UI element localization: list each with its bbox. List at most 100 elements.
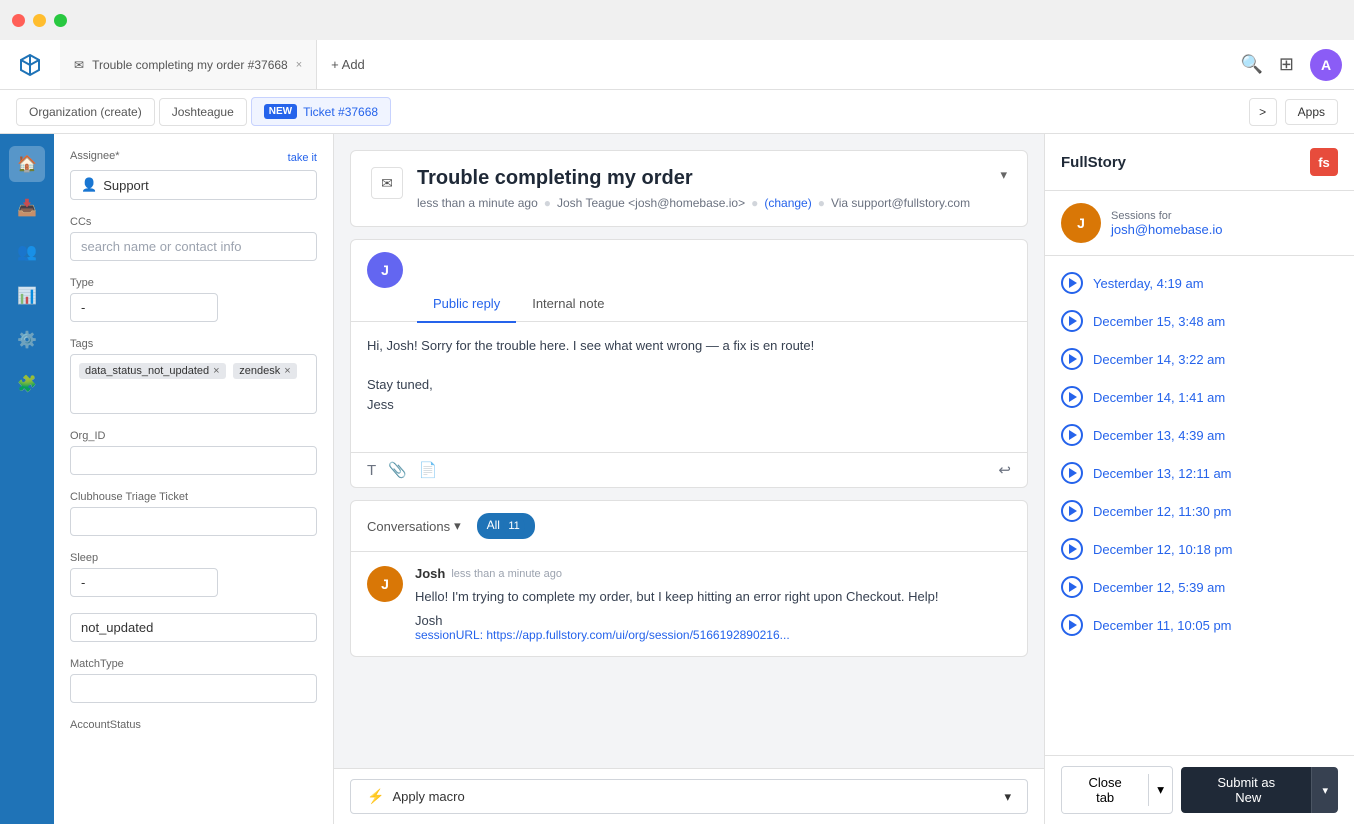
apply-macro-bar: ⚡ Apply macro ▾ bbox=[334, 768, 1044, 824]
assignee-input[interactable]: 👤 Support bbox=[70, 170, 317, 200]
play-button-2[interactable] bbox=[1061, 348, 1083, 370]
ticket-change-link[interactable]: (change) bbox=[764, 196, 811, 210]
session-row-3[interactable]: December 14, 1:41 am bbox=[1045, 378, 1354, 416]
nav-users[interactable]: 👥 bbox=[9, 234, 45, 270]
filter-all[interactable]: All 11 bbox=[477, 513, 535, 539]
search-icon[interactable]: 🔍 bbox=[1240, 54, 1262, 75]
tag-remove-icon[interactable]: × bbox=[284, 365, 290, 377]
type-input[interactable] bbox=[70, 293, 218, 322]
conversations-dropdown[interactable]: Conversations ▾ bbox=[367, 518, 461, 534]
close-tab-group: Close tab ▾ bbox=[1061, 766, 1173, 814]
message-text: Hello! I'm trying to complete my order, … bbox=[415, 587, 1011, 607]
message-header: Josh less than a minute ago bbox=[415, 566, 1011, 581]
conversations-filter: All 11 bbox=[477, 513, 535, 539]
session-row-8[interactable]: December 12, 5:39 am bbox=[1045, 568, 1354, 606]
message-session-link[interactable]: sessionURL: https://app.fullstory.com/ui… bbox=[415, 628, 1011, 642]
match-type-input[interactable] bbox=[70, 674, 317, 703]
apps-button[interactable]: Apps bbox=[1285, 99, 1338, 125]
play-button-1[interactable] bbox=[1061, 310, 1083, 332]
window-minimize-dot[interactable] bbox=[33, 14, 46, 27]
close-tab-button[interactable]: Close tab bbox=[1062, 767, 1148, 813]
tab-title: Trouble completing my order #37668 bbox=[92, 58, 288, 72]
app-logo[interactable] bbox=[12, 40, 48, 90]
toolbar-doc-icon[interactable]: 📄 bbox=[419, 461, 438, 479]
tab-public-label: Public reply bbox=[433, 296, 500, 311]
session-row-1[interactable]: December 15, 3:48 am bbox=[1045, 302, 1354, 340]
assignee-person-icon: 👤 bbox=[81, 177, 97, 193]
account-status-label: AccountStatus bbox=[70, 719, 317, 731]
tag-data-status[interactable]: data_status_not_updated × bbox=[79, 363, 226, 379]
toolbar-undo-icon[interactable]: ↩ bbox=[998, 461, 1011, 479]
tags-label: Tags bbox=[70, 338, 317, 350]
user-avatar[interactable]: A bbox=[1310, 49, 1342, 81]
fs-user-email[interactable]: josh@homebase.io bbox=[1111, 222, 1222, 237]
nav-settings[interactable]: ⚙️ bbox=[9, 322, 45, 358]
window-close-dot[interactable] bbox=[12, 14, 25, 27]
active-tab[interactable]: ✉ Trouble completing my order #37668 × bbox=[60, 40, 317, 89]
apply-macro-button[interactable]: ⚡ Apply macro ▾ bbox=[350, 779, 1028, 814]
reply-card: J Public reply Internal note bbox=[350, 239, 1028, 488]
match-type-field-group: MatchType bbox=[70, 658, 317, 703]
session-row-5[interactable]: December 13, 12:11 am bbox=[1045, 454, 1354, 492]
submit-status: New bbox=[1235, 790, 1261, 805]
lightning-icon: ⚡ bbox=[367, 788, 384, 805]
session-row-4[interactable]: December 13, 4:39 am bbox=[1045, 416, 1354, 454]
toolbar-attach-icon[interactable]: 📎 bbox=[388, 461, 407, 479]
sleep-input[interactable] bbox=[70, 568, 218, 597]
session-date-0: Yesterday, 4:19 am bbox=[1093, 276, 1204, 291]
tag-label: data_status_not_updated bbox=[85, 365, 209, 377]
session-row-9[interactable]: December 11, 10:05 pm bbox=[1045, 606, 1354, 644]
arrow-icon: > bbox=[1259, 105, 1266, 119]
play-button-5[interactable] bbox=[1061, 462, 1083, 484]
tab-close-button[interactable]: × bbox=[296, 59, 302, 71]
breadcrumb-arrow-button[interactable]: > bbox=[1249, 98, 1277, 126]
play-button-7[interactable] bbox=[1061, 538, 1083, 560]
play-button-6[interactable] bbox=[1061, 500, 1083, 522]
play-button-4[interactable] bbox=[1061, 424, 1083, 446]
session-row-2[interactable]: December 14, 3:22 am bbox=[1045, 340, 1354, 378]
session-row-6[interactable]: December 12, 11:30 pm bbox=[1045, 492, 1354, 530]
message-body: Josh less than a minute ago Hello! I'm t… bbox=[415, 566, 1011, 642]
play-button-8[interactable] bbox=[1061, 576, 1083, 598]
play-button-0[interactable] bbox=[1061, 272, 1083, 294]
breadcrumb-user[interactable]: Joshteague bbox=[159, 98, 247, 126]
submit-button[interactable]: Submit as New bbox=[1181, 767, 1312, 813]
breadcrumb-ticket[interactable]: NEW Ticket #37668 bbox=[251, 97, 391, 126]
grid-icon[interactable]: ⊞ bbox=[1279, 54, 1294, 75]
nav-inbox[interactable]: 📥 bbox=[9, 190, 45, 226]
org-id-input[interactable] bbox=[70, 446, 317, 475]
tag-remove-icon[interactable]: × bbox=[213, 365, 219, 377]
tab-public-reply[interactable]: Public reply bbox=[417, 288, 516, 323]
play-button-3[interactable] bbox=[1061, 386, 1083, 408]
status-input[interactable] bbox=[70, 613, 317, 642]
conversations-dropdown-icon: ▾ bbox=[454, 518, 461, 534]
tags-container[interactable]: data_status_not_updated × zendesk × bbox=[70, 354, 317, 414]
add-tab-button[interactable]: + Add bbox=[317, 57, 379, 72]
session-row-0[interactable]: Yesterday, 4:19 am bbox=[1045, 264, 1354, 302]
close-tab-dropdown[interactable]: ▾ bbox=[1148, 774, 1172, 806]
session-date-7: December 12, 10:18 pm bbox=[1093, 542, 1232, 557]
clubhouse-input[interactable] bbox=[70, 507, 317, 536]
tags-field-group: Tags data_status_not_updated × zendesk × bbox=[70, 338, 317, 414]
play-button-9[interactable] bbox=[1061, 614, 1083, 636]
reply-line-2: Stay tuned, bbox=[367, 375, 1011, 395]
submit-dropdown-button[interactable]: ▾ bbox=[1311, 767, 1338, 813]
apps-label: Apps bbox=[1298, 105, 1325, 119]
breadcrumb-org[interactable]: Organization (create) bbox=[16, 98, 155, 126]
reply-body[interactable]: Hi, Josh! Sorry for the trouble here. I … bbox=[351, 322, 1027, 452]
session-date-9: December 11, 10:05 pm bbox=[1093, 618, 1232, 633]
fullstory-user-avatar: J bbox=[1061, 203, 1101, 243]
breadcrumb-right: > Apps bbox=[1249, 98, 1338, 126]
tag-zendesk[interactable]: zendesk × bbox=[233, 363, 296, 379]
take-it-link[interactable]: take it bbox=[288, 152, 317, 164]
ticket-dropdown-button[interactable]: ▾ bbox=[1000, 167, 1007, 183]
session-row-7[interactable]: December 12, 10:18 pm bbox=[1045, 530, 1354, 568]
match-type-label: MatchType bbox=[70, 658, 317, 670]
nav-puzzle[interactable]: 🧩 bbox=[9, 366, 45, 402]
window-maximize-dot[interactable] bbox=[54, 14, 67, 27]
tab-internal-note[interactable]: Internal note bbox=[516, 288, 620, 323]
nav-home[interactable]: 🏠 bbox=[9, 146, 45, 182]
toolbar-text-icon[interactable]: T bbox=[367, 462, 376, 479]
nav-chart[interactable]: 📊 bbox=[9, 278, 45, 314]
ccs-input[interactable] bbox=[70, 232, 317, 261]
